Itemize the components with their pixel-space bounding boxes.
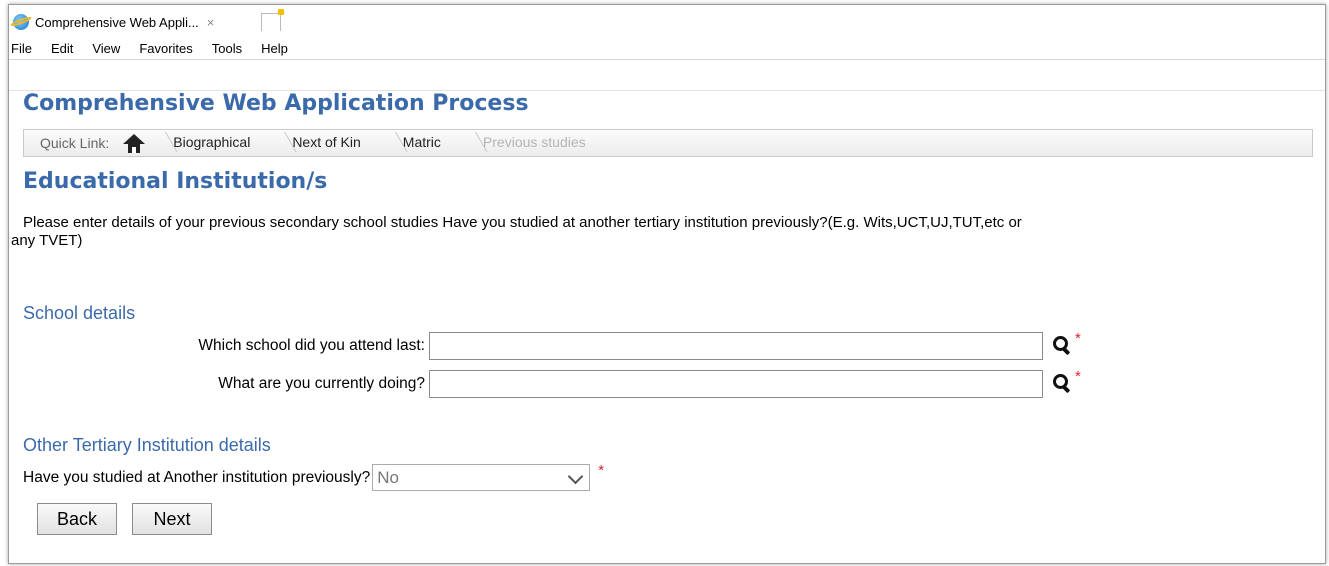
tab-title: Comprehensive Web Appli... [35, 14, 199, 30]
current-activity-row: What are you currently doing? * [23, 368, 1081, 398]
school-details-heading: School details [23, 303, 136, 323]
tertiary-details-heading: Other Tertiary Institution details [23, 435, 271, 455]
menu-file[interactable]: File [11, 41, 32, 56]
internet-explorer-icon [13, 14, 29, 30]
menu-view[interactable]: View [92, 41, 120, 56]
quick-link-previous-studies: Previous studies [461, 129, 606, 157]
tab-bar: Comprehensive Web Appli... × [9, 5, 1325, 37]
back-button[interactable]: Back [37, 503, 117, 535]
close-tab-icon[interactable]: × [207, 15, 215, 30]
required-marker: * [1075, 368, 1081, 385]
next-button[interactable]: Next [132, 503, 212, 535]
instructions-line-1: Please enter details of your previous se… [23, 214, 1022, 231]
school-input[interactable] [429, 332, 1043, 360]
new-tab-icon[interactable] [261, 9, 284, 31]
required-marker: * [1075, 330, 1081, 347]
quick-link-next-of-kin[interactable]: Next of Kin [270, 129, 380, 157]
menu-bar: File Edit View Favorites Tools Help [9, 37, 1325, 60]
current-activity-search-icon[interactable] [1051, 373, 1073, 395]
menu-help[interactable]: Help [261, 41, 288, 56]
section-title: Educational Institution/s [23, 169, 328, 194]
instructions-text: Please enter details of your previous se… [11, 214, 1313, 250]
browser-window: Comprehensive Web Appli... × File Edit V… [8, 4, 1326, 564]
browser-tab[interactable]: Comprehensive Web Appli... × [13, 11, 275, 33]
chevron-down-icon [567, 468, 584, 485]
toolbar-strip [9, 60, 1325, 91]
required-marker: * [598, 462, 605, 479]
studied-previously-value: No [377, 467, 399, 487]
studied-previously-label: Have you studied at Another institution … [23, 468, 371, 486]
menu-edit[interactable]: Edit [51, 41, 73, 56]
current-activity-input[interactable] [429, 370, 1043, 398]
quick-link-matric[interactable]: Matric [381, 129, 461, 157]
menu-tools[interactable]: Tools [212, 41, 242, 56]
current-activity-label: What are you currently doing? [218, 375, 425, 392]
instructions-line-2: any TVET) [11, 232, 83, 249]
studied-previously-select[interactable]: No [372, 464, 591, 491]
school-search-icon[interactable] [1051, 335, 1073, 357]
quick-links-bar: Quick Link: Biographical Next of Kin Mat… [23, 129, 1313, 157]
menu-favorites[interactable]: Favorites [139, 41, 192, 56]
home-icon[interactable] [123, 133, 146, 153]
school-label: Which school did you attend last: [198, 337, 425, 354]
quick-link-biographical[interactable]: Biographical [151, 129, 270, 157]
studied-previously-row: Have you studied at Another institution … [23, 462, 605, 491]
app-title: Comprehensive Web Application Process [23, 91, 529, 116]
quick-link-label: Quick Link: [40, 135, 110, 151]
school-row: Which school did you attend last: * [23, 330, 1081, 360]
